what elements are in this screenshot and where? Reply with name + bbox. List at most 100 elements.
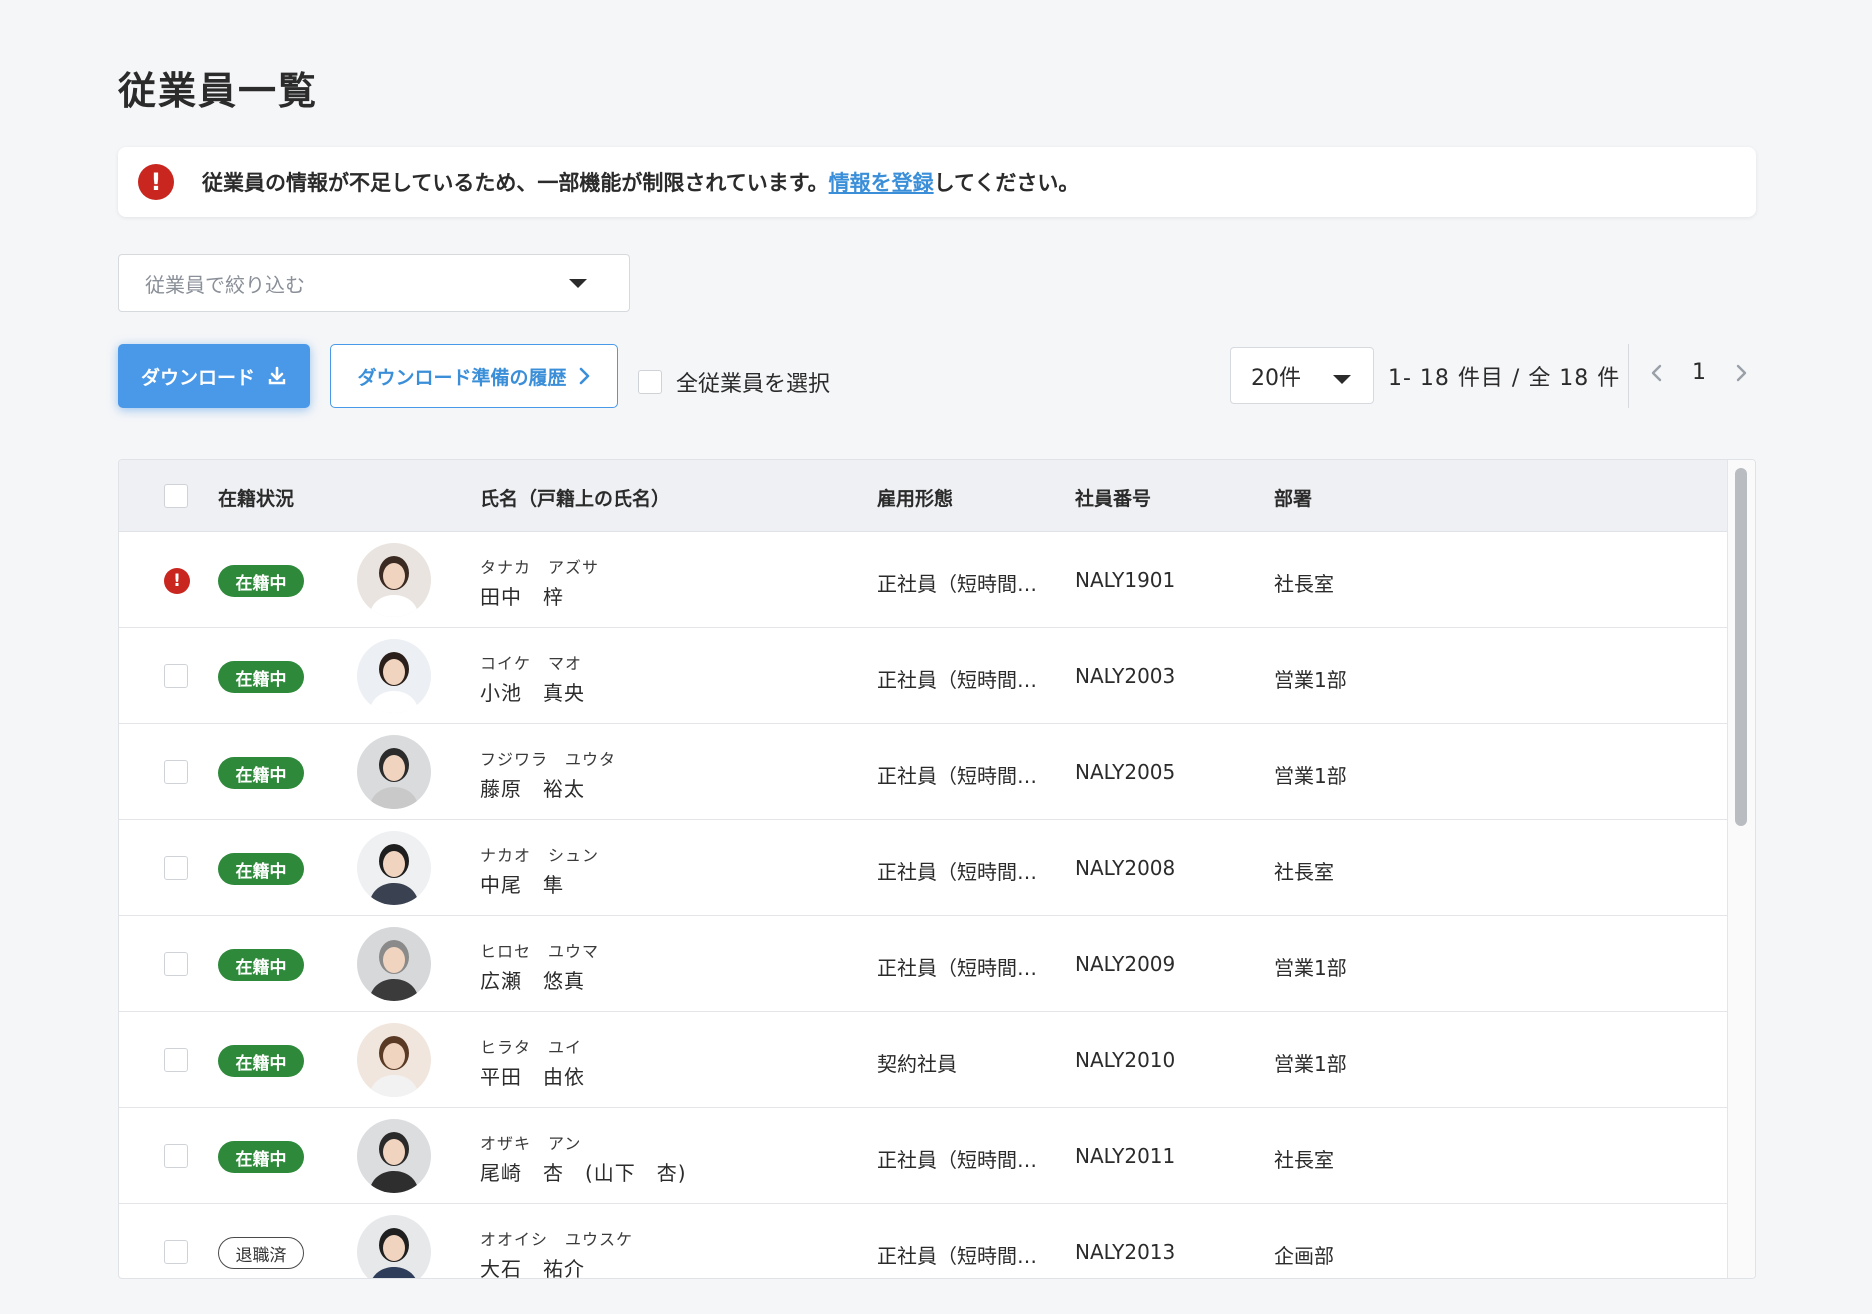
divider	[1628, 344, 1629, 408]
select-all-checkbox[interactable]	[638, 370, 662, 394]
header-select-checkbox[interactable]	[164, 484, 188, 508]
employee-name-kana: コイケ マオ	[480, 654, 583, 673]
table-row[interactable]: 在籍中 ヒロセ ユウマ 広瀬 悠真 正社員（短時間… NALY2009 営業1部	[119, 916, 1727, 1012]
status-badge: 在籍中	[218, 1045, 304, 1077]
department: 社長室	[1274, 1148, 1334, 1172]
employment-type: 正社員（短時間…	[877, 668, 1037, 692]
row-checkbox[interactable]	[164, 1048, 188, 1072]
download-button-label: ダウンロード	[140, 366, 255, 389]
download-history-label: ダウンロード準備の履歴	[357, 366, 567, 389]
employee-name[interactable]: 広瀬 悠真	[480, 965, 585, 994]
chevron-left-icon[interactable]	[1650, 362, 1664, 384]
table-row[interactable]: 在籍中 オザキ アン 尾崎 杏 (山下 杏) 正社員（短時間… NALY2011…	[119, 1108, 1727, 1204]
employment-type: 正社員（短時間…	[877, 1244, 1037, 1268]
employment-type: 正社員（短時間…	[877, 764, 1037, 788]
person-icon	[357, 639, 431, 713]
avatar	[357, 639, 431, 713]
employee-number: NALY2003	[1075, 664, 1176, 688]
person-icon	[357, 927, 431, 1001]
employment-type: 正社員（短時間…	[877, 860, 1037, 884]
employee-number: NALY2010	[1075, 1048, 1176, 1072]
department: 営業1部	[1274, 956, 1347, 980]
alert-message: 従業員の情報が不足しているため、一部機能が制限されています。情報を登録してくださ…	[202, 167, 1079, 197]
table-row[interactable]: 退職済 オオイシ ユウスケ 大石 祐介 正社員（短時間… NALY2013 企画…	[119, 1204, 1727, 1278]
per-page-select[interactable]: 20件	[1230, 347, 1374, 404]
employee-name[interactable]: 藤原 裕太	[480, 773, 585, 802]
scrollbar[interactable]	[1727, 460, 1755, 1278]
employee-name[interactable]: 中尾 隼	[480, 869, 564, 898]
row-checkbox[interactable]	[164, 760, 188, 784]
employment-type: 正社員（短時間…	[877, 956, 1037, 980]
per-page-value: 20件	[1251, 365, 1301, 391]
person-icon	[357, 1215, 431, 1278]
employment-type: 正社員（短時間…	[877, 572, 1037, 596]
row-checkbox[interactable]	[164, 664, 188, 688]
table-row[interactable]: 在籍中 ナカオ シュン 中尾 隼 正社員（短時間… NALY2008 社長室	[119, 820, 1727, 916]
employee-name[interactable]: 田中 梓	[480, 581, 564, 610]
column-header-employee-number[interactable]: 社員番号	[1075, 484, 1151, 511]
register-info-link[interactable]: 情報を登録	[829, 171, 934, 195]
column-header-department[interactable]: 部署	[1274, 484, 1312, 511]
download-history-button[interactable]: ダウンロード準備の履歴	[330, 344, 618, 408]
department: 営業1部	[1274, 1052, 1347, 1076]
department: 社長室	[1274, 860, 1334, 884]
chevron-right-icon[interactable]	[1734, 362, 1748, 384]
employee-name[interactable]: 尾崎 杏 (山下 杏)	[480, 1157, 687, 1186]
employee-name-kana: ヒロセ ユウマ	[480, 942, 600, 961]
employee-name-kana: オザキ アン	[480, 1134, 582, 1153]
employee-name[interactable]: 平田 由依	[480, 1061, 585, 1090]
avatar	[357, 543, 431, 617]
person-icon	[357, 1023, 431, 1097]
status-badge: 在籍中	[218, 1141, 304, 1173]
column-header-employment-type[interactable]: 雇用形態	[877, 484, 953, 511]
column-header-status[interactable]: 在籍状況	[218, 484, 294, 511]
table-row[interactable]: 在籍中 コイケ マオ 小池 真央 正社員（短時間… NALY2003 営業1部	[119, 628, 1727, 724]
employee-table: 在籍状況 氏名（戸籍上の氏名） 雇用形態 社員番号 部署 ! 在籍中 タナカ ア…	[118, 459, 1756, 1279]
column-header-name[interactable]: 氏名（戸籍上の氏名）	[480, 484, 670, 511]
scrollbar-thumb[interactable]	[1735, 468, 1747, 826]
status-badge: 在籍中	[218, 565, 304, 597]
avatar	[357, 1119, 431, 1193]
employee-name-kana: オオイシ ユウスケ	[480, 1230, 634, 1249]
exclamation-icon: !	[138, 164, 174, 200]
avatar	[357, 831, 431, 905]
employee-number: NALY2005	[1075, 760, 1176, 784]
status-badge: 在籍中	[218, 949, 304, 981]
current-page[interactable]: 1	[1692, 360, 1706, 385]
department: 営業1部	[1274, 764, 1347, 788]
caret-down-icon	[569, 279, 587, 288]
row-checkbox[interactable]	[164, 1240, 188, 1264]
employment-type: 契約社員	[877, 1052, 957, 1076]
employee-name-kana: ナカオ シュン	[480, 846, 600, 865]
exclamation-icon: !	[164, 568, 190, 594]
table-row[interactable]: ! 在籍中 タナカ アズサ 田中 梓 正社員（短時間… NALY1901 社長室	[119, 532, 1727, 628]
filter-placeholder: 従業員で絞り込む	[145, 272, 305, 297]
employee-number: NALY1901	[1075, 568, 1176, 592]
caret-down-icon	[1333, 375, 1351, 384]
select-all-employees[interactable]: 全従業員を選択	[638, 366, 830, 398]
person-icon	[357, 831, 431, 905]
select-all-label: 全従業員を選択	[676, 372, 831, 397]
person-icon	[357, 735, 431, 809]
employee-name[interactable]: 大石 祐介	[480, 1253, 585, 1278]
employee-name[interactable]: 小池 真央	[480, 677, 585, 706]
chevron-right-icon	[579, 367, 589, 385]
employee-name-kana: フジワラ ユウタ	[480, 750, 617, 769]
table-row[interactable]: 在籍中 ヒラタ ユイ 平田 由依 契約社員 NALY2010 営業1部	[119, 1012, 1727, 1108]
row-checkbox[interactable]	[164, 1144, 188, 1168]
department: 営業1部	[1274, 668, 1347, 692]
employee-filter-select[interactable]: 従業員で絞り込む	[118, 254, 630, 312]
avatar	[357, 735, 431, 809]
download-icon	[268, 366, 286, 385]
avatar	[357, 927, 431, 1001]
table-row[interactable]: 在籍中 フジワラ ユウタ 藤原 裕太 正社員（短時間… NALY2005 営業1…	[119, 724, 1727, 820]
employee-number: NALY2008	[1075, 856, 1176, 880]
row-checkbox[interactable]	[164, 856, 188, 880]
status-badge: 退職済	[218, 1237, 304, 1269]
alert-text-after: してください。	[933, 171, 1080, 195]
employee-number: NALY2013	[1075, 1240, 1176, 1264]
employment-type: 正社員（短時間…	[877, 1148, 1037, 1172]
row-checkbox[interactable]	[164, 952, 188, 976]
page-title: 従業員一覧	[118, 69, 319, 113]
download-button[interactable]: ダウンロード	[118, 344, 310, 408]
